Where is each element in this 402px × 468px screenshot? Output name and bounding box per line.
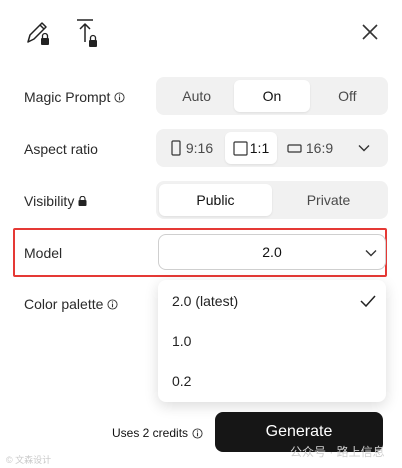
aspect-ratio-label-row: Aspect ratio — [24, 141, 98, 157]
aspect-1-1-label: 1:1 — [249, 140, 270, 156]
aspect-9-16-label: 9:16 — [185, 140, 214, 156]
magic-prompt-off[interactable]: Off — [310, 80, 385, 112]
aspect-ratio-label: Aspect ratio — [24, 141, 98, 157]
magic-prompt-label-row: Magic Prompt — [24, 89, 125, 105]
landscape-ratio-icon — [287, 143, 302, 153]
visibility-label-row: Visibility — [24, 193, 87, 209]
model-option-0-2-label: 0.2 — [172, 373, 192, 389]
model-option-1-0-label: 1.0 — [172, 333, 192, 349]
model-option-2-0-label: 2.0 (latest) — [172, 293, 239, 309]
watermark-right: 公众号 · 路上信息 — [290, 445, 385, 459]
model-label-row: Model — [24, 245, 62, 261]
model-option-1-0[interactable]: 1.0 — [172, 330, 376, 352]
portrait-ratio-icon — [171, 140, 181, 156]
model-dropdown-menu: 2.0 (latest) 1.0 0.2 — [158, 280, 386, 402]
checkmark-icon — [360, 295, 376, 307]
watermark-left: © 文森设计 — [6, 455, 52, 465]
upload-locked-icon[interactable] — [74, 16, 104, 50]
model-option-2-0[interactable]: 2.0 (latest) — [172, 290, 376, 312]
model-label: Model — [24, 245, 63, 261]
color-palette-label: Color palette — [24, 296, 104, 312]
model-select[interactable]: 2.0 — [158, 234, 386, 270]
visibility-public[interactable]: Public — [159, 184, 272, 216]
chevron-down-icon — [365, 250, 377, 257]
aspect-more-chevron-icon[interactable] — [343, 132, 385, 164]
close-icon[interactable] — [358, 20, 382, 44]
magic-prompt-auto[interactable]: Auto — [159, 80, 234, 112]
visibility-private[interactable]: Private — [272, 184, 385, 216]
magic-prompt-on[interactable]: On — [234, 80, 310, 112]
info-icon[interactable] — [107, 298, 118, 310]
aspect-ratio-segmented: 9:16 1:1 16:9 — [156, 129, 388, 167]
aspect-16-9[interactable]: 16:9 — [277, 132, 343, 164]
aspect-1-1[interactable]: 1:1 — [225, 132, 277, 164]
edit-pencil-locked-icon[interactable] — [24, 16, 54, 50]
info-icon[interactable] — [114, 91, 125, 103]
visibility-segmented: Public Private — [156, 181, 388, 219]
credits-row: Uses 2 credits — [112, 426, 203, 440]
aspect-16-9-label: 16:9 — [305, 140, 334, 156]
visibility-label: Visibility — [24, 193, 75, 209]
model-select-value: 2.0 — [262, 244, 282, 260]
color-palette-label-row: Color palette — [24, 296, 118, 312]
model-option-0-2[interactable]: 0.2 — [172, 370, 376, 392]
credits-label: Uses 2 credits — [112, 426, 189, 440]
square-ratio-icon — [233, 140, 248, 156]
magic-prompt-label: Magic Prompt — [24, 89, 111, 105]
lock-icon — [78, 196, 87, 206]
info-icon[interactable] — [192, 427, 203, 439]
magic-prompt-segmented: Auto On Off — [156, 77, 388, 115]
aspect-9-16[interactable]: 9:16 — [159, 132, 225, 164]
